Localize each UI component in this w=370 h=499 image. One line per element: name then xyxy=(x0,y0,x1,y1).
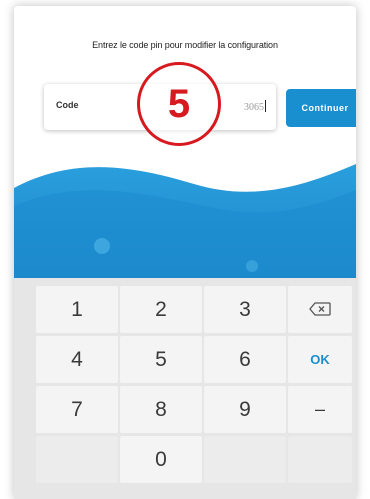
key-7[interactable]: 7 xyxy=(36,386,118,433)
continue-button[interactable]: Continuer xyxy=(286,89,356,127)
key-empty-right xyxy=(204,436,286,483)
code-value[interactable]: 3065 xyxy=(244,100,266,113)
key-3[interactable]: 3 xyxy=(204,286,286,333)
key-6[interactable]: 6 xyxy=(204,336,286,383)
minus-key[interactable]: – xyxy=(288,386,352,433)
key-8[interactable]: 8 xyxy=(120,386,202,433)
key-4[interactable]: 4 xyxy=(36,336,118,383)
key-1[interactable]: 1 xyxy=(36,286,118,333)
step-number-badge: 5 xyxy=(137,62,221,146)
pin-entry-screen: Entrez le code pin pour modifier la conf… xyxy=(14,6,356,499)
numeric-keypad: 1 2 3 4 5 6 OK 7 8 9 – 0 xyxy=(14,278,356,499)
key-5[interactable]: 5 xyxy=(120,336,202,383)
backspace-key[interactable] xyxy=(288,286,352,333)
key-9[interactable]: 9 xyxy=(204,386,286,433)
key-empty-far-right xyxy=(288,436,352,483)
wave-decoration xyxy=(14,164,356,296)
key-empty-left xyxy=(36,436,118,483)
pin-prompt-text: Entrez le code pin pour modifier la conf… xyxy=(92,40,278,50)
backspace-icon xyxy=(309,298,331,322)
code-label: Code xyxy=(56,100,79,110)
ok-key[interactable]: OK xyxy=(288,336,352,383)
key-0[interactable]: 0 xyxy=(120,436,202,483)
key-2[interactable]: 2 xyxy=(120,286,202,333)
